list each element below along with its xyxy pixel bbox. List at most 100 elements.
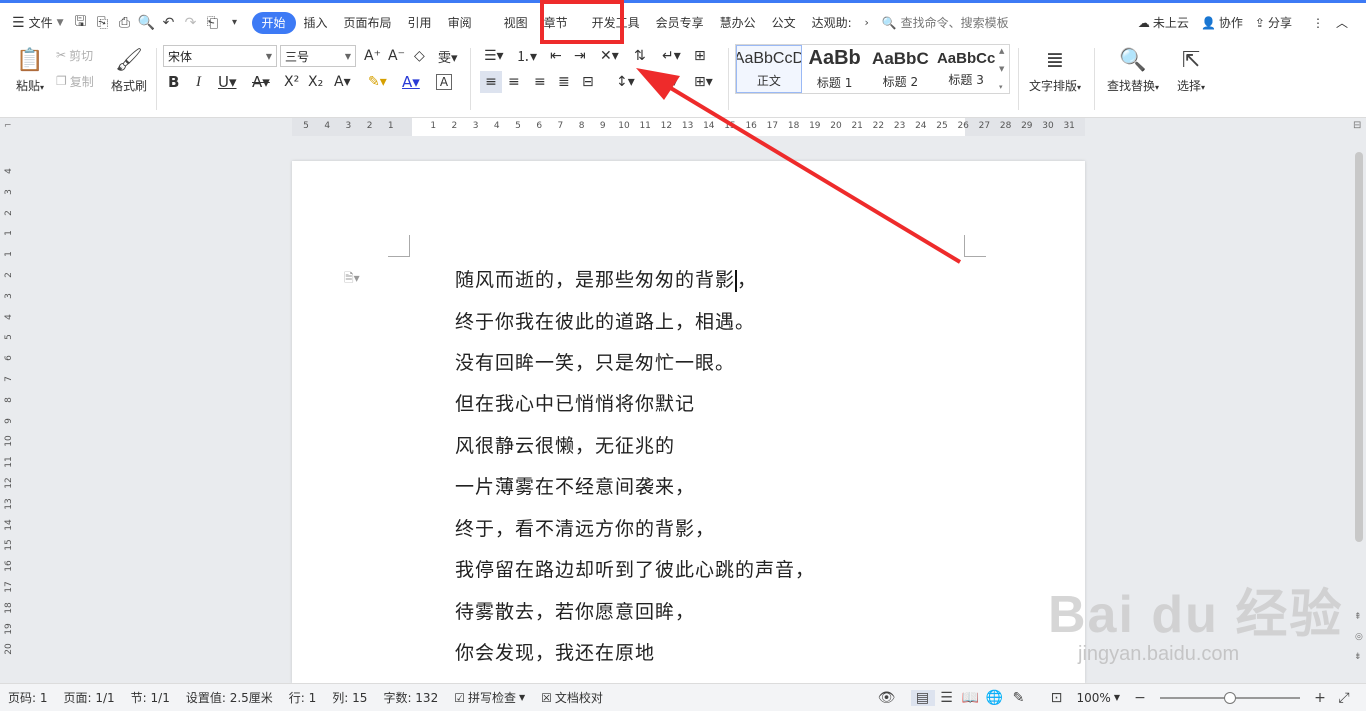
paragraph[interactable]: 随风而逝的，是那些匆匆的背影， bbox=[455, 265, 757, 292]
ruler-toggle-icon[interactable]: ⊟ bbox=[1353, 120, 1361, 131]
style-heading-3[interactable]: AaBbCc 标题 3 bbox=[933, 45, 999, 93]
italic-icon[interactable]: I bbox=[196, 71, 201, 93]
status-setting[interactable]: 设置值: 2.5厘米 bbox=[178, 689, 281, 706]
vertical-ruler[interactable]: 4 3 2 1 1 2 3 4 5 6 7 8 9 10 11 12 13 14 15 16 17 18 19 20 bbox=[0, 136, 16, 683]
zoom-level-select[interactable]: 100% ▼ bbox=[1069, 691, 1128, 705]
page-view-icon[interactable]: ▤ bbox=[910, 689, 935, 706]
select-button[interactable]: ⇱ 选择▾ bbox=[1170, 46, 1212, 96]
status-col[interactable]: 列: 15 bbox=[324, 689, 375, 706]
eye-protection-icon[interactable]: 👁 bbox=[875, 690, 899, 706]
chinese-layout-icon[interactable]: ✕▾ bbox=[600, 45, 619, 67]
document-page[interactable]: 🗎▾ 随风而逝的，是那些匆匆的背影， 终于你我在彼此的道路上，相遇。 没有回眸一… bbox=[292, 161, 1085, 683]
fit-page-icon[interactable]: ⊡ bbox=[1045, 690, 1069, 706]
more-options-icon[interactable]: ⋮ bbox=[1306, 9, 1330, 37]
cloud-status-button[interactable]: ☁ 未上云 bbox=[1132, 9, 1195, 37]
print-preview-icon[interactable]: 🔍 bbox=[136, 12, 158, 34]
decrease-indent-icon[interactable]: ⇤ bbox=[550, 45, 562, 67]
line-spacing-icon[interactable]: ↕▾ bbox=[616, 71, 635, 93]
paragraph[interactable]: 一片薄雾在不经意间袭来， bbox=[455, 472, 695, 499]
tab-home[interactable]: 开始 bbox=[251, 11, 296, 34]
tab-references[interactable]: 引用 bbox=[400, 12, 440, 34]
numbered-list-icon[interactable]: ⒈▾ bbox=[516, 45, 537, 67]
increase-indent-icon[interactable]: ⇥ bbox=[574, 45, 586, 67]
style-normal[interactable]: AaBbCcD 正文 bbox=[736, 45, 802, 93]
format-icon[interactable]: ⎗ bbox=[202, 12, 224, 34]
tab-insert[interactable]: 插入 bbox=[296, 12, 336, 34]
next-page-icon[interactable]: ⇟ bbox=[1354, 652, 1362, 662]
style-heading-1[interactable]: AaBb 标题 1 bbox=[802, 45, 868, 93]
write-mode-icon[interactable]: ✎ bbox=[1007, 690, 1031, 706]
collapse-ribbon-icon[interactable]: ︿ bbox=[1330, 9, 1354, 37]
paragraph[interactable]: 但在我心中已悄悄将你默记 bbox=[455, 389, 695, 416]
spell-check-button[interactable]: ☑ 拼写检查 ▼ bbox=[446, 689, 533, 706]
text-effect-icon[interactable]: A▾ bbox=[334, 71, 351, 93]
format-painter-button[interactable]: 🖌 格式刷 bbox=[108, 46, 150, 96]
paragraph[interactable]: 风很静云很懒，无征兆的 bbox=[455, 431, 675, 458]
paragraph-doc-icon[interactable]: 🗎▾ bbox=[344, 269, 360, 290]
horizontal-ruler[interactable]: ⌐ 5 4 3 2 1 1 2 3 4 5 6 7 8 9 10 11 12 13 14 15 16 17 18 19 20 21… bbox=[0, 118, 1366, 136]
redo-icon[interactable]: ↷ bbox=[180, 12, 202, 34]
justify-icon[interactable]: ≣ bbox=[558, 71, 570, 93]
more-tabs-chevron-icon[interactable]: › bbox=[860, 12, 874, 34]
cut-button[interactable]: ✂ 剪切 bbox=[56, 44, 93, 66]
distribute-icon[interactable]: ⊟ bbox=[582, 71, 594, 93]
tab-official-doc[interactable]: 公文 bbox=[764, 12, 804, 34]
status-page-code[interactable]: 页码: 1 bbox=[0, 689, 56, 706]
scrollbar-thumb[interactable] bbox=[1355, 152, 1363, 542]
text-layout-button[interactable]: ≣ 文字排版▾ bbox=[1024, 46, 1086, 96]
web-view-icon[interactable]: 🌐 bbox=[983, 690, 1007, 706]
undo-icon[interactable]: ↶ bbox=[158, 12, 180, 34]
font-name-select[interactable]: 宋体 ▼ bbox=[163, 45, 277, 67]
prev-page-icon[interactable]: ⇞ bbox=[1354, 612, 1362, 622]
shrink-font-icon[interactable]: A⁻ bbox=[388, 45, 405, 67]
status-word-count[interactable]: 字数: 132 bbox=[375, 689, 446, 706]
bullet-list-icon[interactable]: ☰▾ bbox=[484, 45, 504, 67]
style-heading-2[interactable]: AaBbC 标题 2 bbox=[868, 45, 934, 93]
command-search[interactable]: 🔍 查找命令、搜索模板 bbox=[882, 14, 1009, 31]
paragraph[interactable]: 终于，看不清远方你的背影， bbox=[455, 514, 715, 541]
paste-button[interactable]: 📋 粘贴▾ bbox=[10, 46, 50, 96]
clear-format-icon[interactable]: ◇ bbox=[414, 45, 425, 67]
page-nav-icon[interactable]: ◎ bbox=[1355, 632, 1363, 642]
align-left-icon[interactable]: ≡ bbox=[480, 71, 502, 93]
paragraph[interactable]: 我停留在路边却听到了彼此心跳的声音， bbox=[455, 555, 815, 582]
paragraph[interactable]: 待雾散去，若你愿意回眸， bbox=[455, 597, 695, 624]
status-pages[interactable]: 页面: 1/1 bbox=[56, 689, 123, 706]
bold-icon[interactable]: B bbox=[168, 71, 179, 93]
reading-view-icon[interactable]: 📖 bbox=[959, 690, 983, 706]
zoom-in-icon[interactable]: + bbox=[1308, 690, 1332, 706]
zoom-slider[interactable] bbox=[1160, 691, 1300, 704]
fullscreen-icon[interactable]: ⤢ bbox=[1332, 690, 1356, 706]
subscript-icon[interactable]: X₂ bbox=[308, 71, 323, 93]
tab-member[interactable]: 会员专享 bbox=[648, 12, 712, 34]
phonetic-guide-icon[interactable]: 雯▾ bbox=[438, 45, 458, 67]
copy-button[interactable]: ❐ 复制 bbox=[56, 70, 94, 92]
underline-icon[interactable]: U▾ bbox=[218, 71, 237, 93]
print-icon[interactable]: ⎙ bbox=[114, 12, 136, 34]
export-pdf-icon[interactable]: ⎘ bbox=[92, 12, 114, 34]
align-right-icon[interactable]: ≡ bbox=[534, 71, 546, 93]
outline-view-icon[interactable]: ☰ bbox=[935, 690, 959, 706]
find-replace-button[interactable]: 🔍 查找替换▾ bbox=[1102, 46, 1164, 96]
tab-daguan[interactable]: 达观助: bbox=[804, 12, 860, 34]
superscript-icon[interactable]: X² bbox=[284, 71, 299, 93]
collaborate-button[interactable]: 👤 协作 bbox=[1195, 9, 1249, 37]
borders-icon[interactable]: ⊞▾ bbox=[694, 71, 713, 93]
zoom-slider-knob[interactable] bbox=[1224, 691, 1236, 704]
tab-view[interactable]: 视图 bbox=[496, 12, 536, 34]
save-icon[interactable]: 🖫 bbox=[70, 12, 92, 34]
vertical-scrollbar[interactable]: ⊟ ⇞ ◎ ⇟ bbox=[1352, 118, 1366, 683]
tab-review[interactable]: 审阅 bbox=[440, 12, 480, 34]
paragraph[interactable]: 没有回眸一笑，只是匆忙一眼。 bbox=[455, 348, 735, 375]
tab-page-layout[interactable]: 页面布局 bbox=[336, 12, 400, 34]
paragraph[interactable]: 你会发现，我还在原地 bbox=[455, 638, 655, 665]
tab-smart-office[interactable]: 慧办公 bbox=[712, 12, 764, 34]
zoom-out-icon[interactable]: − bbox=[1128, 690, 1152, 706]
file-menu[interactable]: ☰ 文件 ▼ bbox=[0, 9, 70, 37]
font-size-select[interactable]: 三号 ▼ bbox=[280, 45, 356, 67]
status-row[interactable]: 行: 1 bbox=[281, 689, 325, 706]
highlight-icon[interactable]: ✎▾ bbox=[368, 71, 387, 93]
paragraph[interactable]: 终于你我在彼此的道路上，相遇。 bbox=[455, 307, 755, 334]
customize-chevron-icon[interactable]: ▾ bbox=[224, 12, 246, 34]
grow-font-icon[interactable]: A⁺ bbox=[364, 45, 381, 67]
